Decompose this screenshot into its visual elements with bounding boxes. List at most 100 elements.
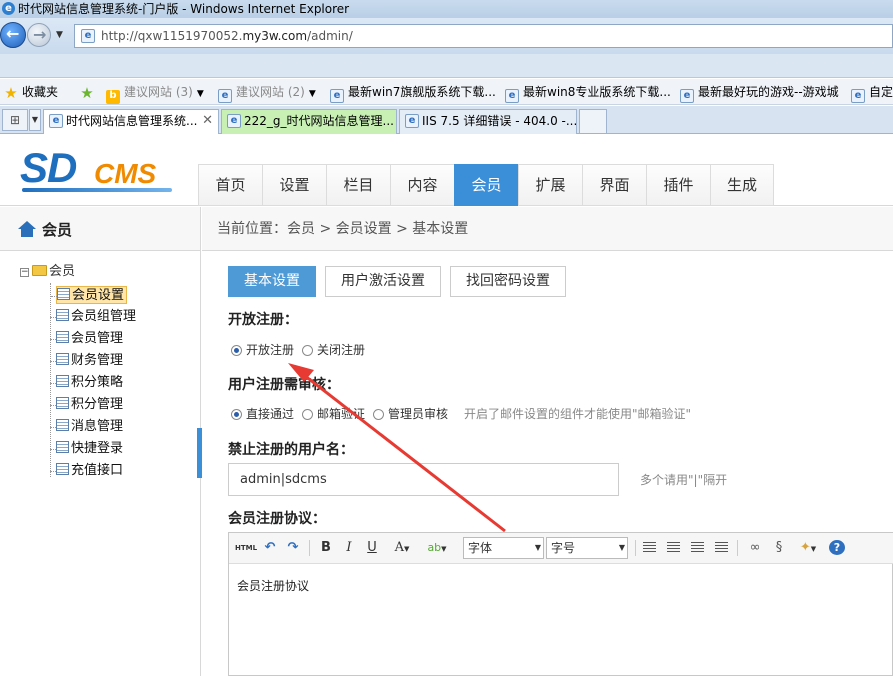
ie-logo-icon: e [2,2,15,15]
radio-label: 直接通过 [246,407,295,421]
sidebar-item-member-management[interactable]: 会员管理 [50,330,124,348]
tree-root[interactable]: − 会员 [20,263,75,281]
email-verify-hint: 开启了邮件设置的组件才能使用"邮箱验证" [464,407,692,421]
favorite-item[interactable]: b 建议网站 (3) ▼ [106,83,204,104]
home-icon [18,221,36,237]
sidebar-item-finance[interactable]: 财务管理 [50,352,123,370]
favorite-label: 建议网站 (3) [124,85,193,99]
align-right-icon[interactable] [691,542,704,553]
bold-icon[interactable]: B [319,539,333,557]
font-family-select[interactable]: 字体 ▼ [463,537,544,559]
recent-pages-dropdown-icon[interactable]: ▼ [56,30,66,40]
radio-open-registration[interactable]: 开放注册 [231,341,294,358]
nav-plugins[interactable]: 插件 [646,164,710,206]
url-domain: my3w.com [242,29,308,43]
nav-members[interactable]: 会员 [454,164,518,206]
radio-close-registration[interactable]: 关闭注册 [302,341,365,358]
radio-direct-pass[interactable]: 直接通过 [231,405,294,422]
nav-extensions[interactable]: 扩展 [518,164,582,206]
sidebar-item-points-management[interactable]: 积分管理 [50,396,123,414]
browser-tab[interactable]: e 222_g_时代网站信息管理... [221,109,397,134]
logo-swoosh [22,188,172,192]
align-left-icon[interactable] [643,542,656,553]
grid-icon [56,331,69,343]
sidebar-item-recharge[interactable]: 充值接口 [50,462,123,480]
nav-generate[interactable]: 生成 [710,164,774,206]
nav-columns[interactable]: 栏目 [326,164,390,206]
quick-tabs-button[interactable]: ⊞ [2,109,28,131]
address-toolbar: ← → ▼ e http://qxw1151970052.my3w.com/ad… [0,18,893,54]
html-source-button[interactable]: HTML [235,539,257,557]
favorite-label: 自定 [869,85,893,99]
font-color-icon[interactable]: A▼ [389,539,415,557]
font-size-value: 字号 [551,541,576,555]
tab-password-recovery-settings[interactable]: 找回密码设置 [450,266,566,297]
unlink-icon[interactable]: § [771,539,787,557]
radio-email-verify[interactable]: 邮箱验证 [302,405,365,422]
favorite-item[interactable]: e 最新win8专业版系统下载... [505,83,671,103]
ie-page-icon: e [405,114,419,128]
favorites-button[interactable]: ★ 收藏夹 [4,83,58,101]
agreement-label: 会员注册协议： [228,511,326,527]
grid-icon [56,463,69,475]
ie-page-icon: e [330,89,344,103]
highlight-icon[interactable]: ab▼ [423,539,451,557]
link-icon[interactable]: ∞ [747,539,763,557]
sdcms-logo[interactable]: SD CMS [20,144,180,194]
radio-admin-review[interactable]: 管理员审核 [373,405,448,422]
address-bar[interactable]: e http://qxw1151970052.my3w.com/admin/ [74,24,893,48]
radio-icon [373,409,384,420]
registration-review-label: 用户注册需审核： [228,377,340,393]
help-icon[interactable]: ? [829,540,845,555]
redo-icon[interactable]: ↷ [285,539,301,557]
favorite-item[interactable]: e 自定 [851,83,893,103]
banned-usernames-hint: 多个请用"|"隔开 [640,473,728,487]
nav-interface[interactable]: 界面 [582,164,646,206]
sidebar-item-label: 会员管理 [71,331,124,346]
tab-basic-settings[interactable]: 基本设置 [228,266,316,297]
sidebar-item-member-settings[interactable]: 会员设置 [51,286,128,304]
radio-label: 管理员审核 [388,407,449,421]
folder-icon [32,265,47,276]
close-tab-icon[interactable]: ✕ [202,110,213,132]
italic-icon[interactable]: I [342,539,356,557]
magic-wand-icon[interactable]: ✦▼ [795,539,821,557]
sidebar-item-messages[interactable]: 消息管理 [50,418,124,436]
justify-icon[interactable] [715,542,728,553]
agreement-editor-body[interactable]: 会员注册协议 [229,565,892,675]
back-button[interactable]: ← [0,22,26,48]
tab-activation-settings[interactable]: 用户激活设置 [325,266,441,297]
back-arrow-icon: ← [6,24,20,43]
nav-settings[interactable]: 设置 [262,164,326,206]
tab-list-dropdown[interactable]: ▼ [29,109,41,131]
favorite-item[interactable]: e 建议网站 (2) ▼ [218,83,316,103]
nav-home[interactable]: 首页 [198,164,262,206]
add-favorite-icon: ★ [80,84,94,102]
banned-usernames-input[interactable]: admin|sdcms [228,463,619,496]
radio-selected-icon [231,409,242,420]
sidebar-item-points-strategy[interactable]: 积分策略 [50,374,123,392]
new-tab-button[interactable] [579,109,607,133]
sidebar-item-quick-login[interactable]: 快捷登录 [50,440,123,458]
add-favorite-button[interactable]: ★ [80,83,98,101]
favorite-item[interactable]: e 最新最好玩的游戏--游戏城 [680,83,839,103]
grid-icon: ⊞ [9,113,21,127]
sidebar-item-label: 会员设置 [72,288,125,303]
sidebar-item-member-groups[interactable]: 会员组管理 [50,308,136,326]
collapse-icon[interactable]: − [20,268,29,277]
browser-tab[interactable]: e IIS 7.5 详细错误 - 404.0 -... [399,109,577,134]
align-center-icon[interactable] [667,542,680,553]
underline-icon[interactable]: U [365,539,379,557]
chevron-down-icon: ▼ [308,89,316,99]
browser-tab-active[interactable]: e 时代网站信息管理系统... ✕ [43,109,219,135]
nav-content[interactable]: 内容 [390,164,454,206]
forward-button[interactable]: → [27,23,51,47]
favorite-item[interactable]: e 最新win7旗舰版系统下载... [330,83,496,103]
sidebar-item-label: 消息管理 [71,419,124,434]
favorites-label: 收藏夹 [22,85,59,99]
main-nav: 首页 设置 栏目 内容 会员 扩展 界面 插件 生成 [198,164,774,206]
grid-icon [56,309,69,321]
font-size-select[interactable]: 字号 ▼ [546,537,628,559]
font-family-value: 字体 [468,541,493,555]
undo-icon[interactable]: ↶ [262,539,278,557]
